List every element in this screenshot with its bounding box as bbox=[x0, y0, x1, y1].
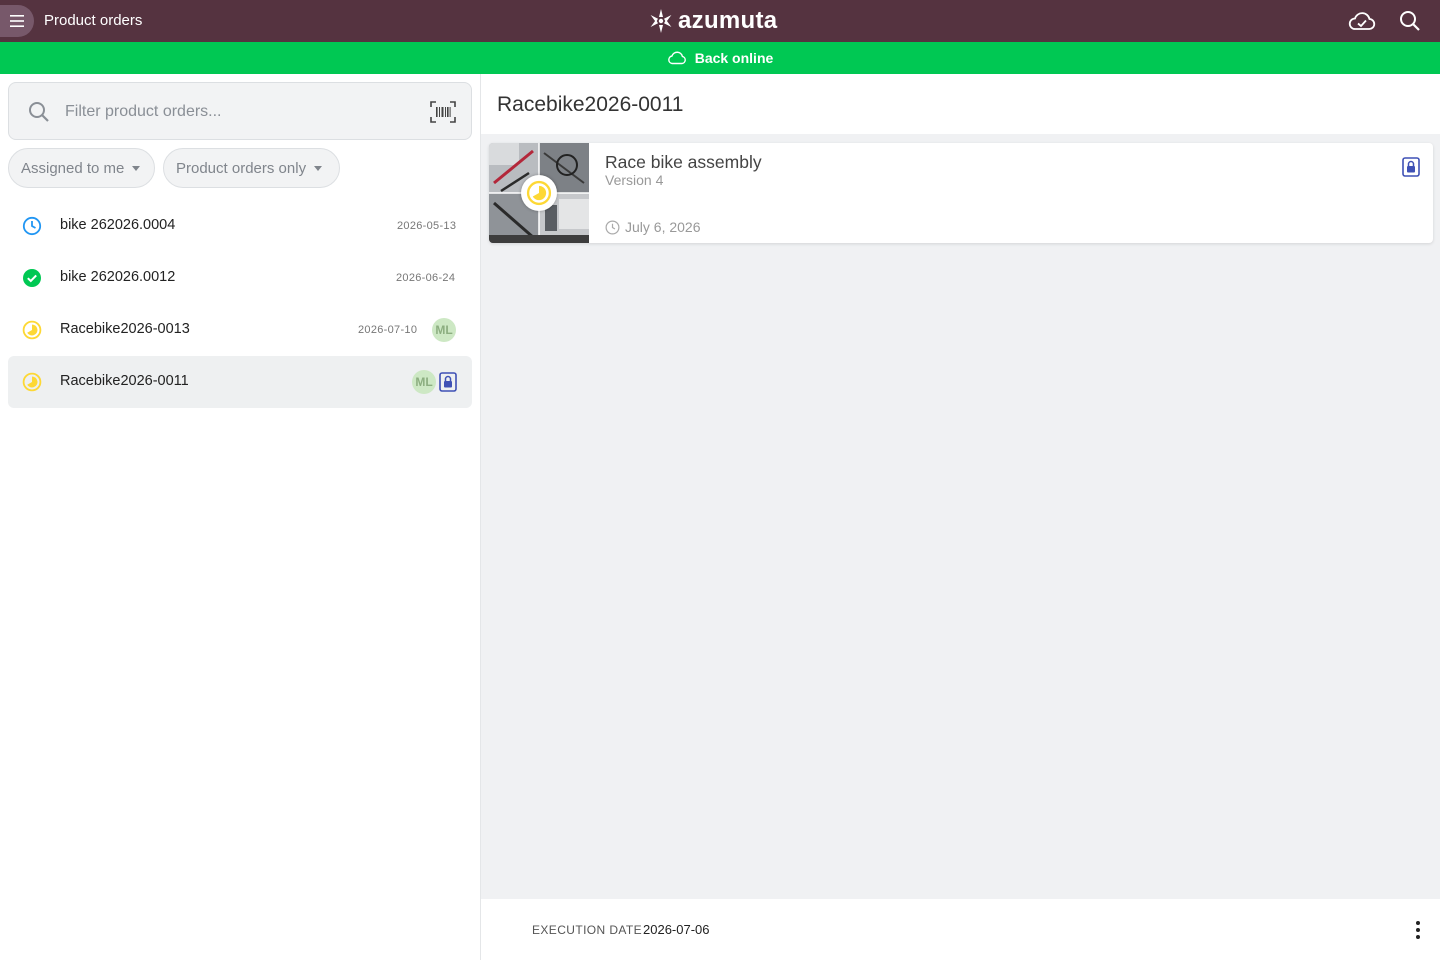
more-vertical-icon bbox=[1416, 935, 1420, 939]
pending-clock-icon bbox=[22, 216, 42, 236]
cloud-check-icon bbox=[1348, 12, 1376, 30]
order-date: 2026-05-13 bbox=[397, 220, 457, 232]
instruction-thumbnail bbox=[489, 143, 589, 243]
order-list-item[interactable]: Racebike2026-0013 2026-07-10 ML bbox=[8, 304, 472, 356]
snowflake-logo-icon bbox=[650, 9, 672, 33]
sync-status-button[interactable] bbox=[1346, 8, 1378, 34]
chip-label: Assigned to me bbox=[21, 159, 125, 177]
order-name: bike 262026.0012 bbox=[60, 269, 176, 285]
completed-check-icon bbox=[23, 269, 41, 287]
instruction-version: Version 4 bbox=[605, 172, 664, 188]
execution-date-label: EXECUTION DATE bbox=[532, 923, 643, 937]
locked-icon bbox=[439, 372, 457, 392]
order-list-item[interactable]: bike 262026.0004 2026-05-13 bbox=[8, 200, 472, 252]
in-progress-icon bbox=[526, 180, 552, 206]
order-detail-panel: Racebike2026-0011 Race bike assembly Ver… bbox=[480, 74, 1440, 960]
menu-button[interactable] bbox=[0, 5, 34, 37]
order-date: 2026-07-10 bbox=[358, 324, 418, 336]
locked-icon bbox=[1402, 157, 1420, 177]
order-list-item[interactable]: bike 262026.0012 2026-06-24 bbox=[8, 252, 472, 304]
detail-footer: EXECUTION DATE 2026-07-06 bbox=[481, 899, 1440, 960]
barcode-scan-button[interactable] bbox=[429, 98, 457, 126]
search-icon bbox=[1400, 11, 1420, 31]
more-vertical-icon bbox=[1416, 928, 1420, 932]
order-type-filter-dropdown[interactable]: Product orders only bbox=[163, 148, 340, 188]
filter-input[interactable] bbox=[65, 97, 415, 127]
search-icon bbox=[29, 102, 49, 122]
status-badge bbox=[521, 175, 557, 211]
order-name: Racebike2026-0013 bbox=[60, 321, 190, 337]
order-list: bike 262026.0004 2026-05-13 bike 262026.… bbox=[8, 200, 472, 408]
global-search-button[interactable] bbox=[1396, 8, 1424, 34]
chip-label: Product orders only bbox=[176, 159, 307, 177]
filter-box bbox=[8, 82, 472, 140]
page-title: Product orders bbox=[44, 12, 143, 29]
order-name: Racebike2026-0011 bbox=[60, 373, 189, 389]
in-progress-icon bbox=[22, 320, 42, 340]
more-options-button[interactable] bbox=[1409, 919, 1427, 941]
order-list-panel: Assigned to me Product orders only bike … bbox=[0, 74, 480, 960]
azumuta-logo[interactable]: azumuta bbox=[648, 6, 777, 36]
clock-icon bbox=[605, 220, 620, 235]
in-progress-icon bbox=[22, 372, 42, 392]
assignee-avatar: ML bbox=[412, 370, 436, 394]
detail-header: Racebike2026-0011 bbox=[481, 74, 1440, 134]
logo-text: azumuta bbox=[678, 7, 778, 34]
hamburger-menu-icon bbox=[10, 15, 24, 27]
order-date: 2026-06-24 bbox=[396, 272, 456, 284]
top-bar: Product orders azumuta bbox=[0, 0, 1440, 42]
caret-down-icon bbox=[132, 165, 141, 171]
assigned-filter-dropdown[interactable]: Assigned to me bbox=[8, 148, 155, 188]
instruction-date: July 6, 2026 bbox=[625, 219, 701, 235]
detail-title: Racebike2026-0011 bbox=[497, 93, 684, 116]
caret-down-icon bbox=[314, 165, 323, 171]
banner-text: Back online bbox=[694, 50, 774, 66]
connection-banner: Back online bbox=[0, 42, 1440, 74]
order-list-item-selected[interactable]: Racebike2026-0011 ML bbox=[8, 356, 472, 408]
more-vertical-icon bbox=[1416, 921, 1420, 925]
order-name: bike 262026.0004 bbox=[60, 217, 176, 233]
work-instruction-card[interactable]: Race bike assembly Version 4 July 6, 202… bbox=[489, 143, 1433, 243]
cloud-icon bbox=[667, 51, 686, 65]
assignee-avatar: ML bbox=[432, 318, 456, 342]
barcode-scan-icon bbox=[430, 101, 456, 123]
instruction-title: Race bike assembly bbox=[605, 152, 762, 172]
execution-date-value: 2026-07-06 bbox=[643, 922, 710, 937]
